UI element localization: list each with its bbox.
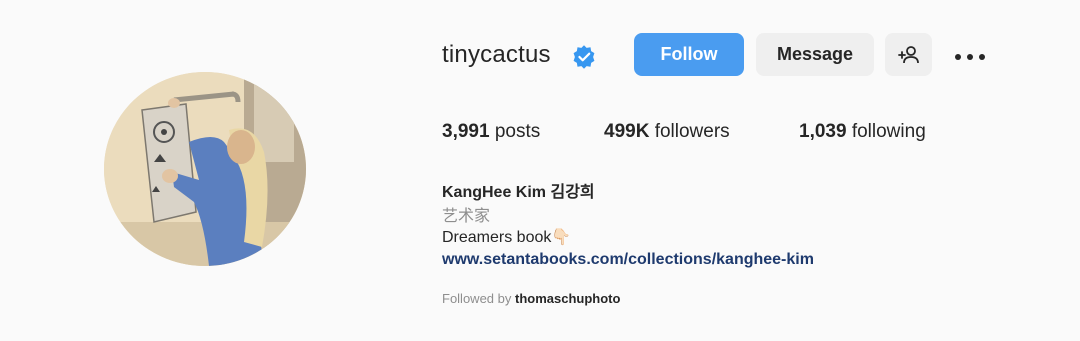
verified-badge-icon — [573, 45, 595, 69]
posts-count-label: posts — [494, 121, 541, 142]
suggest-accounts-button[interactable] — [885, 33, 932, 76]
profile-website-link[interactable]: www.setantabooks.com/collections/kanghee… — [442, 251, 814, 269]
followers-count[interactable]: 499K followers — [604, 121, 730, 143]
profile-avatar[interactable] — [104, 72, 306, 266]
following-count-value: 1,039 — [799, 121, 847, 142]
followers-count-label: followers — [654, 121, 730, 142]
followed-by-user[interactable]: thomaschuphoto — [515, 291, 620, 306]
profile-full-name: KangHee Kim 김강희 — [442, 184, 595, 201]
following-count[interactable]: 1,039 following — [799, 121, 926, 143]
followed-by: Followed by thomaschuphoto — [442, 291, 620, 306]
bio-text: Dreamers book — [442, 229, 552, 246]
profile-header: tinycactus Follow Message 3,991 posts 49… — [0, 0, 1080, 341]
profile-username: tinycactus — [442, 41, 551, 68]
posts-count: 3,991 posts — [442, 121, 540, 143]
pointing-down-emoji: 👇🏻 — [551, 229, 572, 246]
following-count-label: following — [851, 121, 926, 142]
posts-count-value: 3,991 — [442, 121, 490, 142]
followed-by-prefix: Followed by — [442, 291, 512, 306]
avatar-photo — [104, 72, 306, 266]
more-options-icon[interactable] — [950, 44, 990, 70]
profile-category: 艺术家 — [442, 208, 491, 225]
add-person-icon — [897, 45, 919, 63]
follow-button[interactable]: Follow — [634, 33, 744, 76]
message-button[interactable]: Message — [756, 33, 874, 76]
profile-bio: Dreamers book👇🏻 — [442, 227, 571, 247]
followers-count-value: 499K — [604, 121, 650, 142]
